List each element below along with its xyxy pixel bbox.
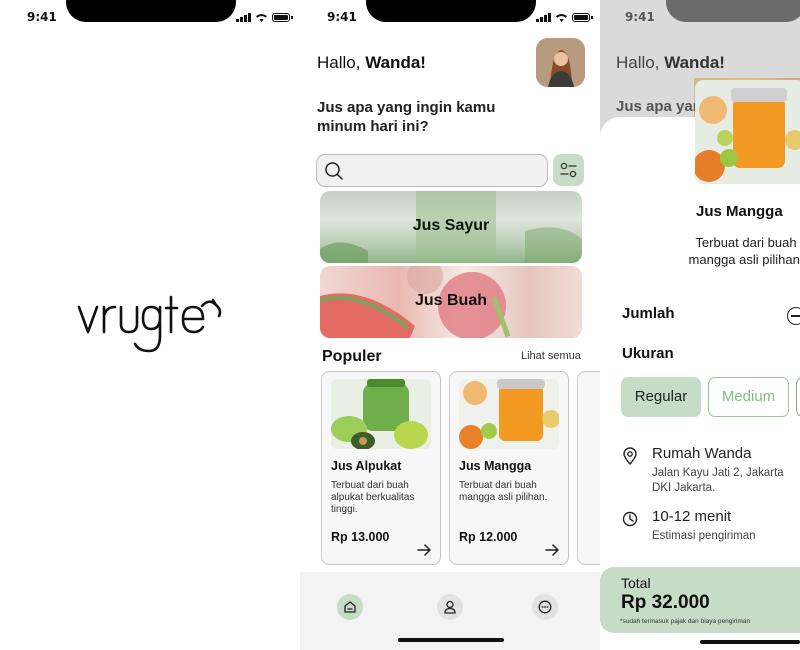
wifi-icon — [556, 14, 567, 22]
greeting: Hallo, Wanda! — [317, 53, 426, 73]
arrow-right-icon[interactable] — [417, 544, 431, 556]
user-icon — [444, 600, 456, 614]
product-card[interactable]: Jus Mangga Terbuat dari buah mangga asli… — [449, 371, 569, 565]
status-bar: 9:41 — [300, 0, 600, 36]
status-icons — [536, 12, 593, 22]
product-name: Jus Alpukat — [331, 459, 402, 473]
eta-title: 10-12 menit — [652, 508, 732, 525]
product-card[interactable]: Jus Alpukat Terbuat dari buah alpukat be… — [321, 371, 441, 565]
battery-icon — [572, 13, 593, 22]
address-line-1: Jalan Kayu Jati 2, Jakarta — [652, 467, 784, 479]
status-time: 9:41 — [327, 10, 357, 24]
total-bar[interactable]: Total Rp 32.000 *sudah termasuk pajak da… — [600, 567, 800, 633]
eta-subtitle: Estimasi pengiriman — [652, 530, 756, 542]
product-card-partial[interactable] — [577, 371, 600, 565]
status-time: 9:41 — [625, 10, 655, 24]
avatar[interactable] — [536, 38, 585, 87]
size-option-regular[interactable]: Regular — [621, 377, 701, 417]
total-label: Total — [621, 575, 651, 591]
tab-chat[interactable] — [532, 594, 558, 620]
tab-home[interactable] — [337, 594, 363, 620]
total-note: *sudah termasuk pajak dan biaya pengirim… — [620, 618, 751, 625]
page-prompt: Jus apa yang ingin kamu minum hari ini? — [317, 99, 496, 135]
category-label: Jus Sayur — [412, 217, 490, 234]
product-image — [331, 379, 431, 449]
filter-icon — [560, 162, 577, 178]
status-bar: 9:41 — [0, 0, 300, 36]
vrugte-logo — [77, 295, 222, 353]
quantity-label: Jumlah — [622, 305, 675, 322]
signal-icon — [536, 12, 551, 22]
product-name: Jus Mangga — [459, 459, 532, 473]
total-value: Rp 32.000 — [621, 592, 710, 613]
product-image — [459, 379, 559, 449]
battery-icon — [272, 13, 293, 22]
address-title: Rumah Wanda — [652, 445, 752, 462]
tab-profile[interactable] — [437, 594, 463, 620]
product-price: Rp 13.000 — [331, 530, 390, 544]
bottom-tab-bar — [300, 572, 600, 650]
size-option-partial[interactable] — [796, 377, 800, 417]
notch — [66, 0, 236, 22]
product-name: Jus Mangga — [696, 203, 783, 220]
home-screen: 9:41 Hallo, Wanda! Jus apa yang ingin ka… — [300, 0, 600, 650]
category-label: Jus Buah — [414, 292, 487, 309]
status-icons — [236, 12, 293, 22]
size-option-medium[interactable]: Medium — [708, 377, 789, 417]
product-price: Rp 12.000 — [459, 530, 518, 544]
product-image — [695, 80, 800, 184]
greeting-prefix: Hallo, — [317, 53, 366, 72]
notch — [666, 0, 800, 22]
clock-icon — [622, 511, 638, 527]
category-jus-buah[interactable]: Jus Buah — [320, 266, 582, 338]
arrow-right-icon[interactable] — [545, 544, 559, 556]
greeting-prefix: Hallo, — [616, 53, 665, 72]
chat-icon — [538, 600, 552, 614]
splash-screen: 9:41 — [0, 0, 300, 650]
search-icon — [325, 162, 343, 180]
filter-button[interactable] — [553, 154, 584, 186]
category-jus-sayur[interactable]: Jus Sayur — [320, 191, 582, 263]
notch — [366, 0, 536, 22]
product-desc: Terbuat dari buah alpukat berkualitas ti… — [331, 480, 415, 515]
location-pin-icon — [623, 447, 637, 465]
minus-icon[interactable] — [787, 307, 800, 325]
see-all-link[interactable]: Lihat semua — [521, 350, 581, 362]
product-desc: Terbuat dari buah mangga asli pilihan. — [459, 480, 548, 503]
home-indicator — [398, 638, 504, 642]
search-input[interactable] — [316, 154, 548, 187]
size-label: Ukuran — [622, 345, 674, 362]
wifi-icon — [256, 14, 267, 22]
greeting-name: Wanda! — [365, 53, 426, 72]
avatar-photo — [536, 38, 585, 87]
product-desc: Terbuat dari buah mangga asli pilihan. — [688, 235, 800, 267]
section-title: Populer — [322, 348, 382, 365]
greeting-name: Wanda! — [664, 53, 725, 72]
address-line-2: DKI Jakarta. — [652, 482, 716, 494]
greeting-dimmed: Hallo, Wanda! — [616, 53, 725, 73]
home-indicator — [700, 640, 800, 644]
status-time: 9:41 — [27, 10, 57, 24]
home-icon — [344, 601, 356, 613]
signal-icon — [236, 12, 251, 22]
detail-screen: 9:41 Hallo, Wanda! Jus apa yang Jus Mang… — [600, 0, 800, 650]
